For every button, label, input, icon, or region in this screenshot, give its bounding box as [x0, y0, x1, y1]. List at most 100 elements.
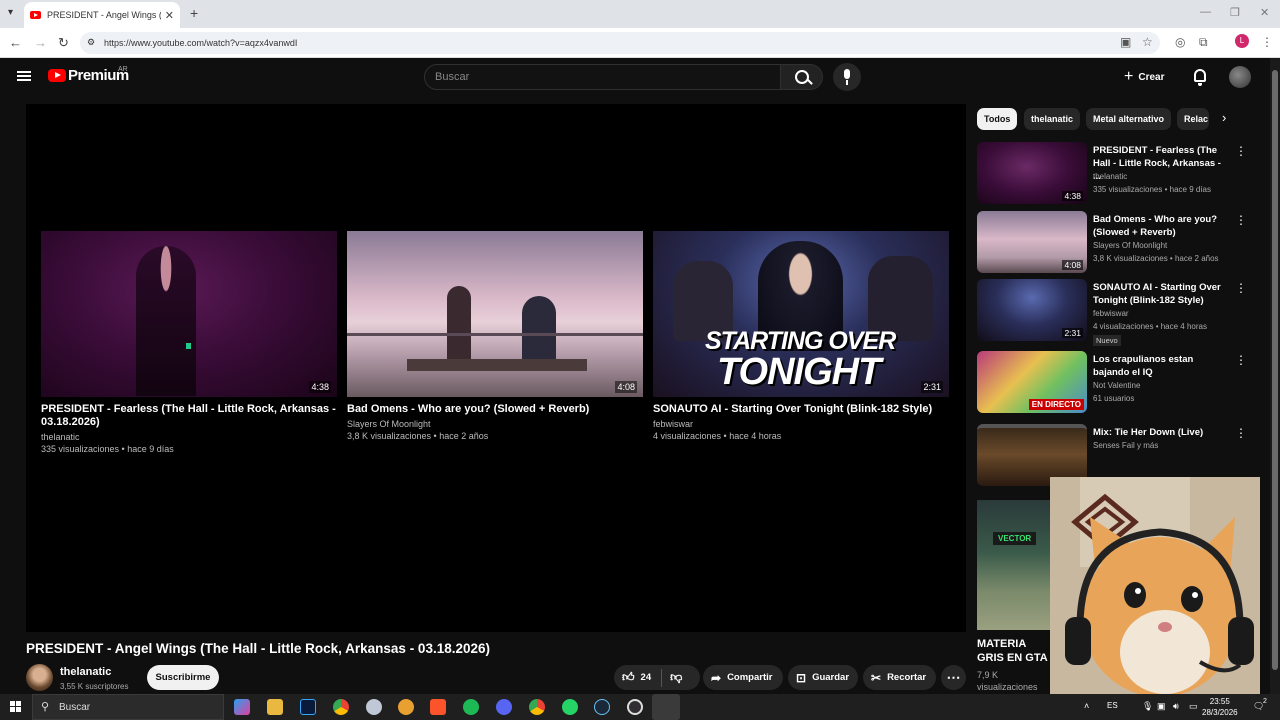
volume-icon[interactable]: 🔊︎ [1173, 701, 1179, 712]
more-vert-icon[interactable]: ⋮ [1235, 144, 1247, 158]
thumbs-up-icon[interactable]: 👍︎ [622, 670, 635, 685]
account-avatar[interactable] [1229, 66, 1251, 88]
network-icon[interactable]: ▣ [1157, 701, 1166, 712]
chip-metal-alternativo[interactable]: Metal alternativo [1086, 108, 1172, 130]
recommendation-thumbnail[interactable]: 4:08 [977, 211, 1087, 273]
recommendation-title[interactable]: MATERIA GRIS EN GTA [977, 637, 1049, 665]
chevron-right-icon[interactable]: › [1222, 110, 1226, 125]
search-input[interactable]: Buscar [424, 64, 781, 90]
save-label: Guardar [812, 672, 850, 683]
back-icon[interactable]: ← [9, 35, 22, 50]
recommendation-thumbnail[interactable]: 2:31 [977, 279, 1087, 341]
recommendation-title[interactable]: Bad Omens - Who are you? (Slowed + Rever… [1093, 213, 1227, 239]
browser-menu-icon[interactable]: ⋮ [1261, 35, 1273, 49]
chrome-icon[interactable] [529, 699, 545, 715]
reload-icon[interactable]: ↻ [58, 35, 69, 51]
tab-close-button[interactable]: ✕ [165, 9, 174, 22]
spotify-icon[interactable] [463, 699, 479, 715]
site-info-icon[interactable]: ⚙ [87, 37, 95, 48]
share-label: Compartir [727, 672, 773, 683]
brave-icon[interactable] [430, 699, 446, 715]
cast-icon[interactable]: ▣ [1120, 35, 1131, 49]
browser-tab[interactable]: PRESIDENT - Angel Wings (The ✕ [24, 2, 180, 28]
thumbs-down-icon[interactable]: 👎︎ [670, 670, 682, 685]
more-vert-icon[interactable]: ⋮ [1235, 213, 1247, 227]
new-badge: Nuevo [1093, 335, 1121, 346]
more-vert-icon[interactable]: ⋮ [1235, 353, 1247, 367]
recommendation-title[interactable]: Mix: Tie Her Down (Live) [1093, 426, 1227, 439]
railing [347, 333, 643, 336]
battery-icon[interactable]: ▭ [1189, 701, 1198, 712]
channel-avatar[interactable] [26, 664, 53, 691]
share-button[interactable]: ➦ Compartir [703, 665, 783, 690]
microphone-tray-icon[interactable]: 🎙︎ [1142, 701, 1153, 712]
more-vert-icon[interactable]: ⋮ [1235, 281, 1247, 295]
recommendation-thumbnail[interactable]: EN DIRECTO [977, 351, 1087, 413]
language-indicator[interactable]: ES [1107, 701, 1118, 710]
minimize-icon[interactable]: — [1200, 6, 1211, 18]
forward-icon[interactable]: → [34, 35, 47, 50]
clip-button[interactable]: ✂ Recortar [863, 665, 936, 690]
new-tab-button[interactable]: + [190, 5, 198, 21]
video-player[interactable]: 4:38 PRESIDENT - Fearless (The Hall - Li… [26, 104, 966, 632]
end-card[interactable]: 4:08 Bad Omens - Who are you? (Slowed + … [347, 231, 643, 442]
chrome-icon[interactable] [333, 699, 349, 715]
file-explorer-icon[interactable] [267, 699, 283, 715]
save-button[interactable]: ⊡ Guardar [788, 665, 858, 690]
menu-icon[interactable] [17, 71, 31, 81]
cat-webcam-overlay [1050, 477, 1260, 694]
end-card-thumbnail[interactable]: STARTING OVER TONIGHT 2:31 [653, 231, 949, 397]
end-card-title[interactable]: SONAUTO AI - Starting Over Tonight (Blin… [653, 403, 949, 416]
scrollbar-thumb[interactable] [1272, 70, 1278, 670]
live-badge: EN DIRECTO [1028, 399, 1084, 410]
youtube-logo-icon[interactable] [48, 69, 66, 82]
tray-chevron-icon[interactable]: ˄ [1084, 701, 1089, 711]
bookmark-star-icon[interactable]: ☆ [1142, 35, 1153, 49]
subscriber-count: 3,55 K suscriptores [60, 682, 129, 691]
like-dislike-group[interactable]: 👍︎ 24 👎︎ [614, 665, 700, 690]
performance-icon[interactable]: ◎ [1175, 35, 1185, 49]
taskbar-search-input[interactable]: ⚲ Buscar [32, 694, 224, 720]
recommendation-title[interactable]: Los crapulianos estan bajando el IQ [1093, 353, 1227, 379]
windows-start-icon[interactable] [10, 701, 22, 713]
app-icon[interactable] [398, 699, 414, 715]
obs-icon[interactable] [627, 699, 643, 715]
taskbar-clock[interactable]: 23:55 28/3/2026 [1202, 696, 1238, 718]
vector-badge: VECTOR [993, 532, 1037, 545]
more-actions-icon[interactable]: ⋯ [941, 665, 966, 690]
whatsapp-icon[interactable] [562, 699, 578, 715]
search-icon[interactable] [781, 64, 823, 90]
chip-thelanatic[interactable]: thelanatic [1024, 108, 1081, 130]
profile-avatar[interactable]: L [1235, 34, 1249, 48]
steam-icon[interactable] [594, 699, 610, 715]
extensions-icon[interactable]: ⧉ [1199, 35, 1208, 50]
app-icon[interactable] [366, 699, 382, 715]
end-card-title[interactable]: PRESIDENT - Fearless (The Hall - Little … [41, 403, 337, 429]
channel-name[interactable]: thelanatic [60, 666, 111, 678]
tab-menu-button[interactable]: ▾ [8, 7, 13, 18]
chip-todos[interactable]: Todos [977, 108, 1018, 130]
end-card[interactable]: STARTING OVER TONIGHT 2:31 SONAUTO AI - … [653, 231, 949, 442]
end-card-thumbnail[interactable]: 4:38 [41, 231, 337, 397]
clock-date: 28/3/2026 [1202, 708, 1238, 717]
recommendation-thumbnail[interactable]: VECTOR [977, 500, 1050, 630]
recommendation-title[interactable]: SONAUTO AI - Starting Over Tonight (Blin… [1093, 281, 1227, 307]
photoshop-icon[interactable] [300, 699, 316, 715]
notifications-icon[interactable] [1194, 69, 1206, 86]
create-button[interactable]: + Crear [1124, 66, 1164, 88]
microphone-icon[interactable] [833, 63, 861, 91]
end-card-channel: Slayers Of Moonlight [347, 419, 431, 429]
end-card-thumbnail[interactable]: 4:08 [347, 231, 643, 397]
end-card-title[interactable]: Bad Omens - Who are you? (Slowed + Rever… [347, 403, 643, 416]
discord-icon[interactable] [496, 699, 512, 715]
maximize-icon[interactable]: ❐ [1230, 6, 1240, 19]
url-field[interactable]: ⚙ https://www.youtube.com/watch?v=aqzx4v… [80, 32, 1160, 54]
copilot-icon[interactable] [234, 699, 250, 715]
media-player-icon[interactable] [652, 694, 680, 720]
recommendation-thumbnail[interactable]: 4:38 [977, 142, 1087, 204]
end-card[interactable]: 4:38 PRESIDENT - Fearless (The Hall - Li… [41, 231, 337, 455]
chip-related[interactable]: Relac [1177, 108, 1209, 130]
more-vert-icon[interactable]: ⋮ [1235, 426, 1247, 440]
subscribe-button[interactable]: Suscribirme [147, 665, 219, 690]
close-window-icon[interactable]: ✕ [1260, 6, 1269, 19]
